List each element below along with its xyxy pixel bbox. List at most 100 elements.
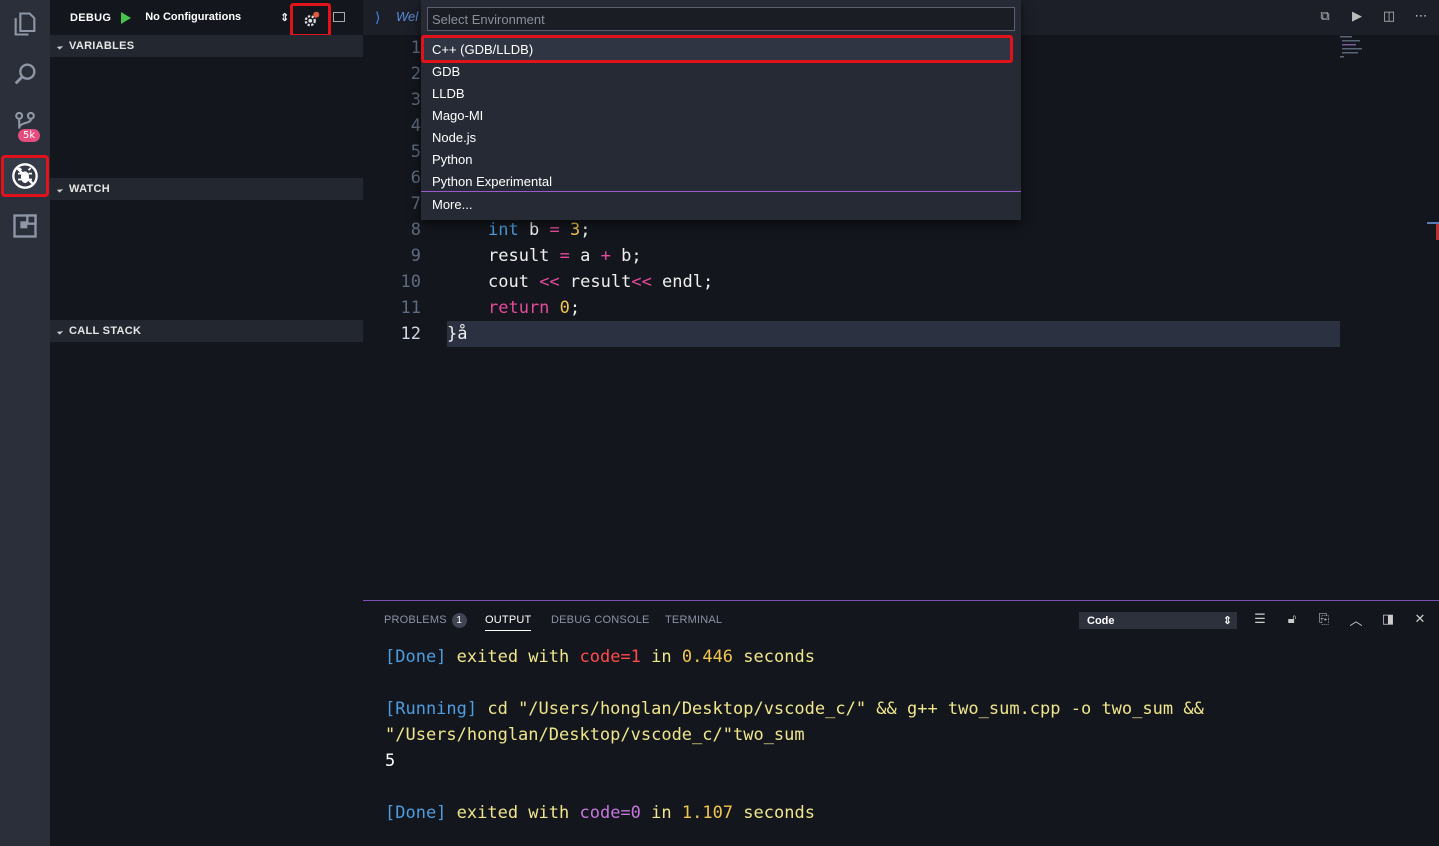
tab-terminal[interactable]: TERMINAL — [665, 614, 722, 626]
environment-option-more[interactable]: More... — [421, 193, 1021, 215]
updown-icon: ⇕ — [280, 12, 290, 24]
environment-filter-input[interactable] — [427, 7, 1015, 31]
environment-option-gdb[interactable]: GDB — [421, 60, 1021, 82]
clear-output-icon[interactable]: ☰ — [1253, 611, 1267, 627]
open-log-icon[interactable]: ⎘ — [1317, 611, 1331, 627]
activity-bar: 5k — [0, 0, 50, 846]
call-stack-label: CALL STACK — [69, 325, 142, 337]
call-stack-section-header[interactable]: CALL STACK — [50, 320, 363, 342]
environment-option-python-experimental[interactable]: Python Experimental — [421, 170, 1021, 192]
code-token: = — [559, 246, 570, 266]
code-line-10[interactable]: cout << result<< endl; — [488, 272, 713, 292]
output-channel-select[interactable]: Code ⇕ — [1079, 612, 1237, 629]
output-token: in — [640, 647, 682, 667]
output-token: exited with — [446, 803, 580, 823]
line-number: 2 — [410, 64, 421, 84]
environment-option-lldb[interactable]: LLDB — [421, 82, 1021, 104]
more-icon[interactable]: ⋯ — [1413, 8, 1429, 24]
editor-tab[interactable]: Wel — [396, 9, 418, 24]
run-icon[interactable]: ▶ — [1349, 8, 1365, 24]
line-number: 8 — [410, 220, 421, 240]
start-debugging-button[interactable] — [121, 11, 132, 24]
line-number: 3 — [410, 90, 421, 110]
maximize-panel-icon[interactable]: ◨ — [1381, 611, 1395, 627]
line-number: 4 — [410, 116, 421, 136]
watch-section-header[interactable]: WATCH — [50, 178, 363, 200]
code-token: result — [559, 272, 632, 292]
files-icon — [14, 12, 36, 36]
environment-option-cpp[interactable]: C++ (GDB/LLDB) — [421, 35, 1013, 63]
current-line-highlight — [447, 321, 1340, 347]
code-token: = — [549, 220, 560, 240]
configuration-select[interactable]: No Configurations ⇕ — [145, 11, 289, 24]
code-token: b; — [610, 246, 642, 266]
open-changes-icon[interactable]: ⧉ — [1317, 8, 1333, 24]
code-token: + — [600, 246, 611, 266]
output-line: [Done] exited with code=0 in 1.107 secon… — [385, 803, 815, 823]
configuration-value: No Configurations — [145, 11, 242, 23]
output-line: [Done] exited with code=1 in 0.446 secon… — [385, 647, 815, 667]
output-token: in — [640, 803, 682, 823]
code-token: 3 — [569, 220, 581, 240]
extensions-icon — [13, 214, 37, 238]
environment-option-node[interactable]: Node.js — [421, 126, 1021, 148]
lock-scroll-icon[interactable]: 🔓︎ — [1285, 611, 1299, 627]
source-control-button[interactable]: 5k — [0, 100, 50, 148]
search-button[interactable] — [0, 50, 50, 98]
configure-gear-button[interactable] — [290, 3, 331, 37]
output-token: cd "/Users/honglan/Desktop/vscode_c/" &&… — [477, 699, 1204, 719]
code-token: 0 — [559, 298, 570, 318]
explorer-button[interactable] — [0, 0, 50, 48]
chevron-down-icon — [56, 327, 64, 335]
gear-icon — [304, 11, 319, 27]
debug-sidebar: DEBUG No Configurations ⇕ VARIABLES WATC… — [50, 0, 363, 846]
quick-pick-separator — [421, 191, 1021, 192]
environment-option-python[interactable]: Python — [421, 148, 1021, 170]
tab-problems[interactable]: PROBLEMS 1 — [384, 613, 467, 628]
line-number: 10 — [400, 272, 421, 292]
close-icon[interactable]: ✕ — [1413, 611, 1427, 627]
variables-label: VARIABLES — [69, 40, 135, 52]
tab-output[interactable]: OUTPUT — [485, 614, 532, 631]
editor-actions: ⧉ ▶ ◫ ⋯ — [1317, 8, 1429, 24]
code-line-12[interactable]: }å — [447, 324, 467, 344]
scm-badge: 5k — [18, 129, 41, 142]
line-number: 1 — [410, 38, 421, 58]
chevron-down-icon — [56, 42, 64, 50]
output-channel-value: Code — [1087, 614, 1115, 627]
split-editor-icon[interactable]: ◫ — [1381, 8, 1397, 24]
code-token: endl; — [651, 272, 714, 292]
debug-title: DEBUG — [70, 11, 112, 24]
code-token: return — [488, 298, 550, 318]
line-number: 7 — [410, 194, 421, 214]
panel-actions: ☰ 🔓︎ ⎘ ︿ ◨ ✕ — [1253, 611, 1427, 628]
output-line: "/Users/honglan/Desktop/vscode_c/"two_su… — [385, 725, 805, 745]
line-number: 6 — [410, 168, 421, 188]
code-line-9[interactable]: result = a + b; — [488, 246, 642, 266]
minimap[interactable] — [1340, 34, 1380, 64]
code-line-11[interactable]: return 0; — [488, 298, 580, 318]
vscode-icon: ⟩ — [375, 9, 381, 25]
variables-section-header[interactable]: VARIABLES — [50, 35, 363, 57]
tab-debug-console[interactable]: DEBUG CONSOLE — [551, 614, 650, 626]
output-line: [Running] cd "/Users/honglan/Desktop/vsc… — [385, 699, 1204, 719]
output-token: [Running] — [385, 699, 478, 719]
line-number: 5 — [410, 142, 421, 162]
chevron-down-icon — [56, 185, 64, 193]
output-token: [Done] — [385, 647, 447, 667]
code-token: a — [569, 246, 601, 266]
debug-button[interactable] — [1, 155, 49, 197]
watch-label: WATCH — [69, 183, 111, 195]
bottom-panel: PROBLEMS 1 OUTPUT DEBUG CONSOLE TERMINAL … — [363, 600, 1439, 846]
code-line-8[interactable]: int b = 3; — [488, 220, 590, 240]
environment-option-mago[interactable]: Mago-MI — [421, 104, 1021, 126]
output-token: seconds — [733, 803, 815, 823]
chevron-up-icon[interactable]: ︿ — [1349, 611, 1363, 628]
output-token: code=1 — [579, 647, 641, 667]
problems-count-badge: 1 — [451, 613, 467, 628]
code-token: result — [488, 246, 560, 266]
output-token: [Done] — [385, 803, 447, 823]
code-token: << — [539, 272, 560, 292]
debug-console-icon[interactable] — [333, 12, 345, 22]
extensions-button[interactable] — [0, 202, 50, 250]
